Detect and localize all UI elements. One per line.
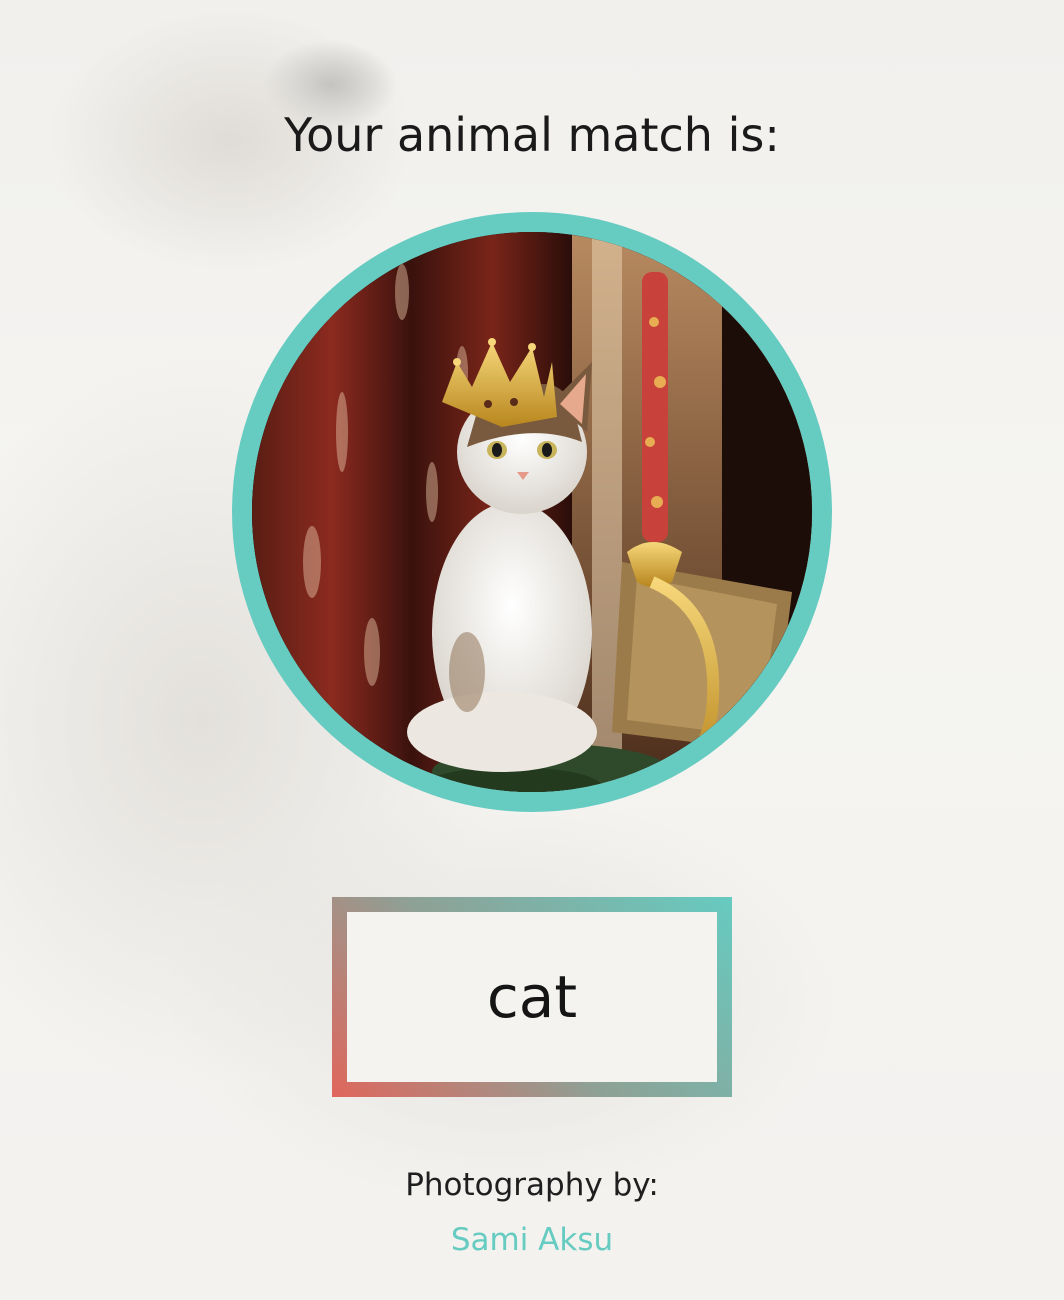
photographer-credit: Sami Aksu [0, 1220, 1064, 1260]
result-heading: Your animal match is: [284, 108, 780, 162]
animal-photo [232, 212, 832, 812]
match-animal-name: cat [347, 912, 717, 1082]
photographer-link[interactable]: Sami Aksu [451, 1222, 613, 1258]
photography-credit-label: Photography by: [405, 1167, 659, 1203]
cat-photo-illustration [252, 232, 812, 792]
result-page: Your animal match is: cat Photography by… [0, 0, 1064, 1300]
match-result-box: cat [332, 897, 732, 1097]
